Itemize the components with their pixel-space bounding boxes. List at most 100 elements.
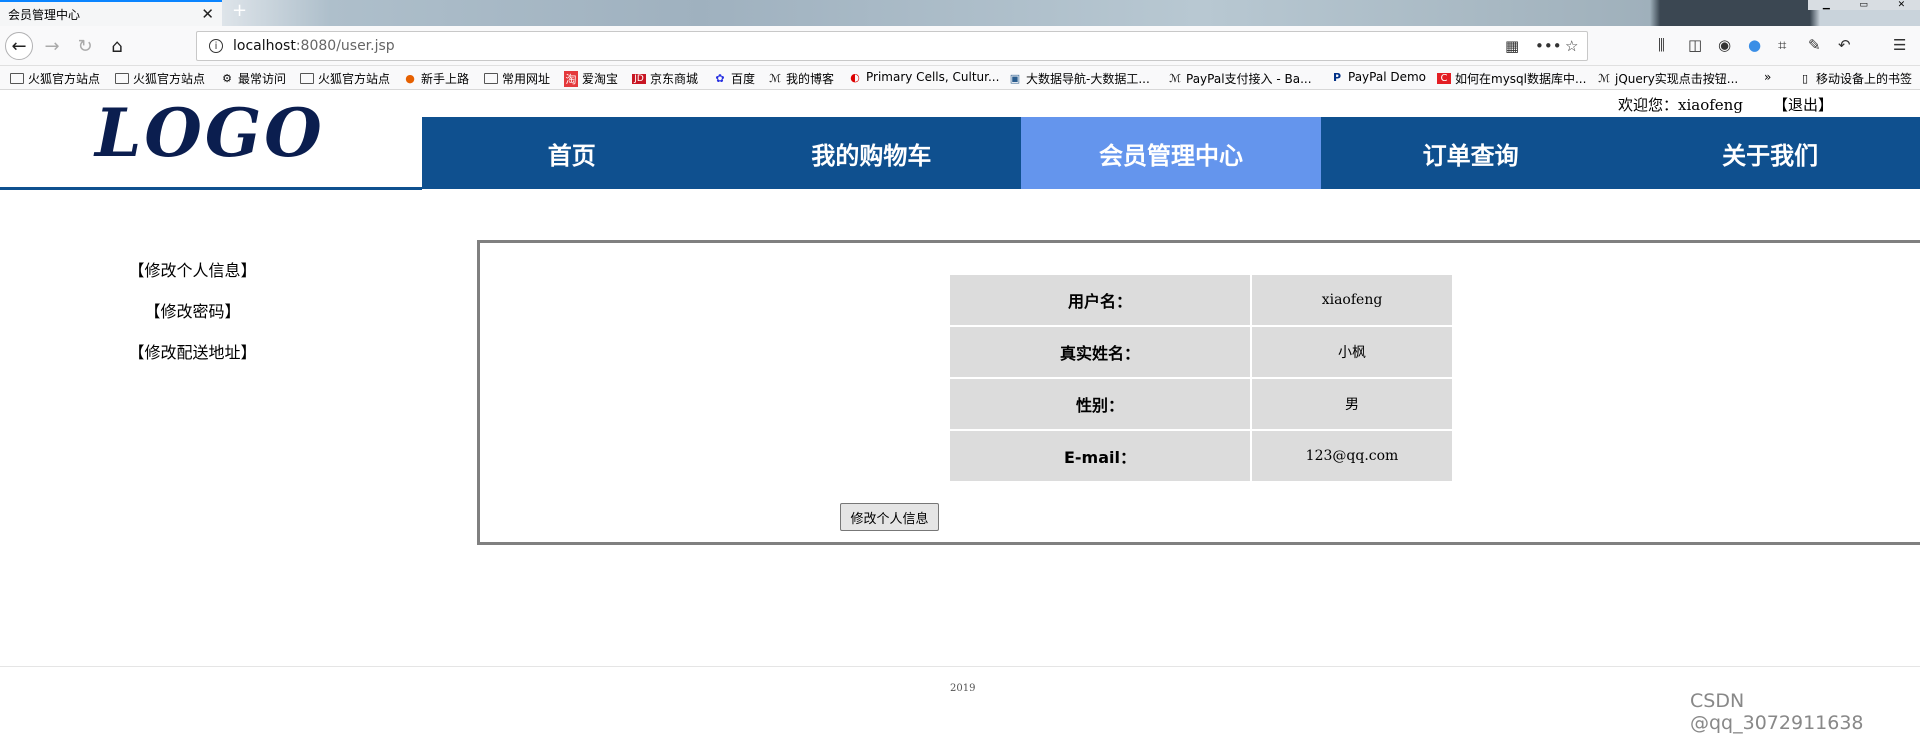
nav-underline [0,187,422,190]
blog-icon: ℳ [1598,72,1610,85]
username-label: 用户名： [950,275,1250,325]
home-button[interactable]: ⌂ [103,32,131,60]
nav-item-orders[interactable]: 订单查询 [1321,117,1621,189]
baidu-icon: ✿ [715,72,725,85]
tab-title: 会员管理中心 [8,7,81,22]
qr-code-icon[interactable]: ▦ [1505,37,1519,55]
bookmarks-bar: 火狐官方站点 火狐官方站点 ⚙ 最常访问 火狐官方站点 ● 新手上路 常用网址 淘爱… [0,66,1920,90]
watermark: CSDN @qq_3072911638 [1690,690,1864,734]
arrow-right-icon: → [44,35,60,57]
bookmark-item[interactable]: P PayPal Demo [1330,70,1426,84]
bookmark-star-icon[interactable]: ☆ [1565,37,1578,55]
bigdata-icon: ▣ [1009,72,1021,85]
bookmark-item[interactable]: ◐ Primary Cells, Cultur... [848,70,999,84]
undo-icon[interactable]: ↶ [1838,36,1851,54]
new-tab-button[interactable]: + [232,0,247,21]
arrow-left-icon: ← [11,35,27,57]
maximize-icon[interactable]: ▭ [1859,0,1868,10]
close-window-icon[interactable]: ✕ [1898,0,1906,10]
bookmark-item[interactable]: ℳjQuery实现点击按钮... [1597,70,1738,87]
mobile-icon: ▯ [1801,72,1809,85]
bookmark-item[interactable]: ✿ 百度 [713,70,755,87]
table-row: 用户名： xiaofeng [950,275,1452,325]
home-icon: ⌂ [111,35,123,57]
minimize-icon[interactable]: ▁ [1823,0,1830,10]
site-logo[interactable]: LOGO [95,100,325,166]
bookmark-item[interactable]: ℳ PayPal支付接入 - Ba... [1168,70,1311,87]
bookmark-item[interactable]: 火狐官方站点 [10,70,100,87]
nav-item-about[interactable]: 关于我们 [1620,117,1920,189]
window-controls[interactable]: ▁ ▭ ✕ [1808,0,1920,10]
menu-icon[interactable]: ☰ [1893,36,1906,54]
folder-icon [484,73,498,84]
back-button[interactable]: ← [5,32,33,60]
reload-button[interactable]: ↻ [71,32,99,60]
username-value: xiaofeng [1252,275,1452,325]
bookmark-item[interactable]: 火狐官方站点 [300,70,390,87]
crop-icon[interactable]: ⌗ [1778,36,1786,54]
realname-value: 小枫 [1252,327,1452,377]
paypal-icon: P [1332,70,1342,84]
nav-item-member-center[interactable]: 会员管理中心 [1021,117,1321,189]
globe-icon[interactable]: ● [1748,36,1761,54]
bookmark-item[interactable]: 常用网址 [484,70,550,87]
sidebar-item-edit-address[interactable]: 【修改配送地址】 [100,342,285,383]
browser-tab-bar: 会员管理中心 ✕ + ▁ ▭ ✕ [0,0,1920,26]
edit-profile-button[interactable]: 修改个人信息 [840,503,939,531]
csdn-icon: C [1437,73,1451,84]
reload-icon: ↻ [77,35,93,57]
bookmark-item[interactable]: ⚙ 最常访问 [220,70,286,87]
bookmark-item[interactable]: JD 京东商城 [632,70,698,87]
tab-close-icon[interactable]: ✕ [201,5,214,23]
jd-icon: JD [632,73,646,84]
blog-icon: ℳ [1169,72,1181,85]
bookmark-item[interactable]: ● 新手上路 [403,70,469,87]
sidebar-icon[interactable]: ◫ [1688,36,1702,54]
url-bar[interactable]: i localhost:8080/user.jsp ▦ ••• ☆ [196,31,1588,61]
bookmark-item[interactable]: ▣ 大数据导航-大数据工... [1008,70,1150,87]
table-row: E-mail： 123@qq.com [950,431,1452,481]
bookmark-item[interactable]: ℳ 我的博客 [768,70,834,87]
url-host: localhost [233,38,296,54]
sidebar-item-change-password[interactable]: 【修改密码】 [100,301,285,342]
folder-icon [300,73,314,84]
url-path: :8080/user.jsp [295,38,395,54]
sidebar: 【修改个人信息】 【修改密码】 【修改配送地址】 [100,260,285,383]
realname-label: 真实姓名： [950,327,1250,377]
blog-icon: ℳ [769,72,781,85]
sidebar-item-edit-profile[interactable]: 【修改个人信息】 [100,260,285,301]
gender-label: 性别： [950,379,1250,429]
table-row: 性别： 男 [950,379,1452,429]
profile-table: 用户名： xiaofeng 真实姓名： 小枫 性别： 男 E-mail： 123… [948,273,1454,483]
forward-button[interactable]: → [38,32,66,60]
footer-copyright: 2019 [950,683,976,694]
taobao-icon: 淘 [564,70,578,87]
bookmark-item[interactable]: 淘爱淘宝 [564,70,618,87]
gear-icon: ⚙ [222,72,232,85]
table-row: 真实姓名： 小枫 [950,327,1452,377]
logout-link[interactable]: 【退出】 [1773,94,1833,115]
firefox-icon: ● [405,72,415,85]
gender-value: 男 [1252,379,1452,429]
bookmark-item[interactable]: 火狐官方站点 [115,70,205,87]
folder-icon [10,73,24,84]
cells-icon: ◐ [850,70,860,84]
nav-item-cart[interactable]: 我的购物车 [722,117,1022,189]
footer-divider [0,666,1920,667]
bookmark-item[interactable]: C 如何在mysql数据库中... [1437,70,1586,87]
welcome-text: 欢迎您：xiaofeng [1618,96,1743,114]
bookmark-item[interactable]: ▯ 移动设备上的书签 [1798,70,1912,87]
chat-icon[interactable]: ✎ [1808,36,1821,54]
browser-tab[interactable]: 会员管理中心 ✕ [0,0,222,26]
folder-icon [115,73,129,84]
library-icon[interactable]: ⫼ [1658,36,1665,54]
more-actions-icon[interactable]: ••• [1535,37,1562,55]
email-value: 123@qq.com [1252,431,1452,481]
info-icon[interactable]: i [209,39,223,53]
browser-toolbar: ← → ↻ ⌂ i localhost:8080/user.jsp ▦ ••• … [0,26,1920,66]
email-label: E-mail： [950,431,1250,481]
chevron-right-icon: » [1764,70,1772,84]
account-icon[interactable]: ◉ [1718,36,1731,54]
nav-item-home[interactable]: 首页 [422,117,722,189]
bookmarks-overflow[interactable]: » [1764,70,1771,84]
